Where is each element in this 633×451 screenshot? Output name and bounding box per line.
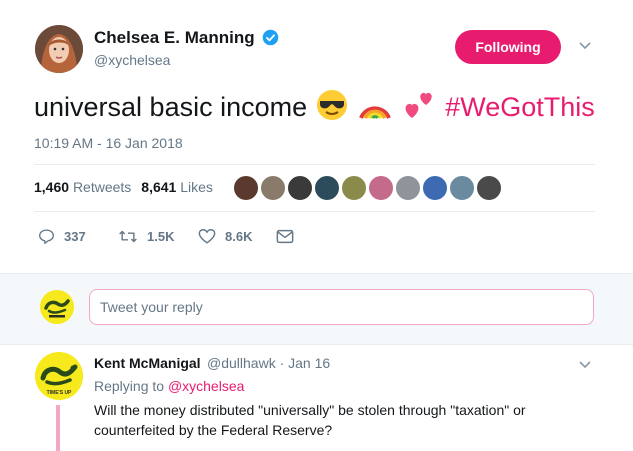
reply-meta: @dullhawk · Jan 16 [207, 355, 330, 371]
liker-avatar[interactable] [314, 175, 340, 201]
chevron-down-icon[interactable] [579, 41, 591, 51]
direct-message-button[interactable] [276, 227, 303, 245]
tweet-body: universal basic income [34, 92, 308, 122]
like-count: 8.6K [225, 228, 253, 244]
liker-avatar[interactable] [476, 175, 502, 201]
reply-author-avatar[interactable]: TIME'S UP [35, 352, 83, 400]
liker-avatar[interactable] [395, 175, 421, 201]
tweet-text: universal basic income #WeGotThis [34, 88, 595, 125]
divider [34, 164, 595, 165]
replying-prefix: Replying to [94, 378, 165, 394]
replying-to-mention[interactable]: @xychelsea [168, 378, 244, 394]
like-action-button[interactable]: 8.6K [198, 227, 252, 245]
heart-icon [198, 228, 216, 244]
reply-author-handle[interactable]: @dullhawk [207, 355, 276, 371]
replying-to-line: Replying to @xychelsea [94, 378, 244, 394]
thread-line [56, 405, 60, 451]
reply-icon [39, 228, 54, 244]
envelope-icon [276, 229, 294, 243]
reply-input[interactable]: Tweet your reply [89, 289, 594, 325]
rainbow-emoji-icon [359, 106, 392, 120]
tweet-timestamp[interactable]: 10:19 AM - 16 Jan 2018 [34, 135, 183, 151]
author-handle[interactable]: @xychelsea [94, 52, 170, 68]
retweet-action-button[interactable]: 1.5K [118, 227, 174, 245]
divider [34, 211, 595, 212]
reply-author-name[interactable]: Kent McManigal [94, 355, 201, 371]
hashtag-link[interactable]: #WeGotThis [445, 92, 595, 122]
sunglasses-emoji-icon [316, 90, 347, 120]
likes-stat[interactable]: 8,641 Likes [141, 179, 213, 195]
retweet-icon [119, 230, 137, 242]
liker-avatar[interactable] [341, 175, 367, 201]
verified-badge-icon [262, 29, 279, 46]
current-user-avatar[interactable] [40, 290, 74, 324]
reply-action-button[interactable]: 337 [38, 227, 86, 245]
liker-avatar[interactable] [287, 175, 313, 201]
liker-avatar[interactable] [233, 175, 259, 201]
author-name[interactable]: Chelsea E. Manning [94, 28, 255, 48]
tweet-stats: 1,460 Retweets 8,641 Likes [34, 179, 213, 195]
avatar-logo-text: TIME'S UP [47, 390, 72, 396]
reply-text: Will the money distributed "universally"… [94, 402, 526, 438]
liker-avatar[interactable] [368, 175, 394, 201]
reply-date[interactable]: · Jan 16 [280, 355, 331, 371]
two-hearts-emoji-icon [405, 92, 432, 118]
liker-avatar[interactable] [449, 175, 475, 201]
retweet-count: 1.5K [147, 228, 175, 244]
liker-avatar[interactable] [260, 175, 286, 201]
reply-placeholder: Tweet your reply [100, 299, 203, 315]
reply-count: 337 [64, 228, 86, 244]
chevron-down-icon[interactable] [579, 360, 591, 370]
author-avatar[interactable] [35, 25, 83, 73]
liker-avatar[interactable] [422, 175, 448, 201]
following-button[interactable]: Following [455, 30, 561, 64]
retweets-stat[interactable]: 1,460 Retweets [34, 179, 131, 195]
